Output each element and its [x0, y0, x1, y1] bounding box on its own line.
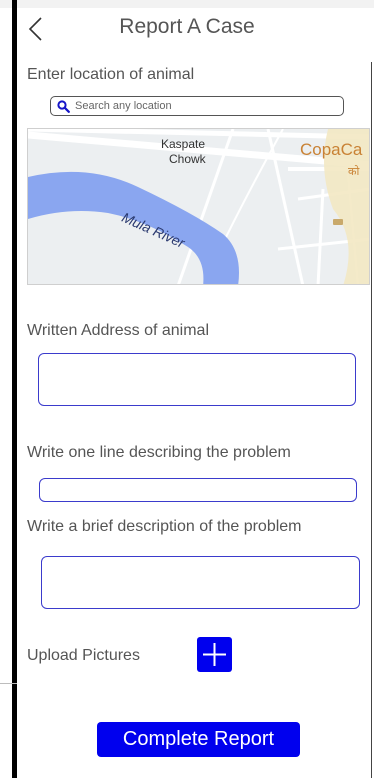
- summary-input[interactable]: [40, 479, 356, 501]
- divider-line: [0, 683, 17, 684]
- summary-field[interactable]: [39, 478, 357, 502]
- map-place-label-2: Chowk: [169, 152, 206, 166]
- plus-icon: [203, 643, 226, 666]
- address-field[interactable]: [38, 353, 356, 406]
- search-input[interactable]: [75, 100, 325, 112]
- map-place-label-1: Kaspate: [161, 137, 206, 151]
- map-business-sublabel: को: [348, 166, 360, 178]
- left-border-bar: [12, 0, 17, 778]
- upload-label: Upload Pictures: [27, 647, 140, 664]
- top-strip: [0, 0, 374, 8]
- search-icon: [57, 99, 70, 113]
- description-field[interactable]: [41, 556, 360, 609]
- location-search[interactable]: [50, 96, 344, 116]
- right-border-line: [371, 62, 372, 778]
- description-label: Write a brief description of the problem: [27, 518, 302, 535]
- address-input[interactable]: [39, 354, 355, 405]
- address-label: Written Address of animal: [27, 322, 210, 339]
- map-business-label: CopaCa: [300, 140, 363, 159]
- complete-report-button[interactable]: Complete Report: [97, 722, 300, 757]
- description-input[interactable]: [42, 557, 359, 608]
- location-map[interactable]: Kaspate Chowk CopaCa को Mula River: [27, 128, 370, 285]
- add-picture-button[interactable]: [197, 637, 232, 672]
- page-title: Report A Case: [119, 15, 255, 38]
- location-label: Enter location of animal: [27, 66, 195, 83]
- summary-label: Write one line describing the problem: [27, 444, 291, 461]
